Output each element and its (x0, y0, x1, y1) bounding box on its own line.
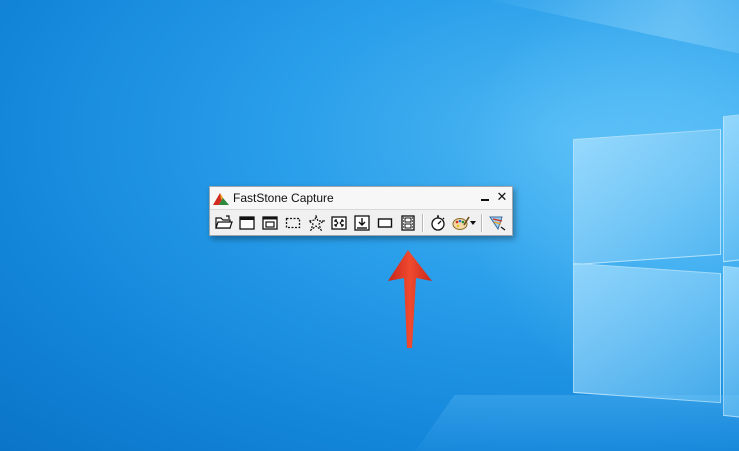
freehand-region-icon (307, 215, 325, 231)
toolbar-separator (422, 214, 424, 232)
fixed-region-icon (377, 218, 393, 228)
open-file-button[interactable] (214, 213, 234, 233)
capture-window-object-button[interactable] (260, 213, 280, 233)
desktop-floor-reflection (405, 395, 739, 451)
dashed-rectangle-icon (285, 217, 301, 229)
delay-before-capture-button[interactable] (428, 213, 448, 233)
screen-recorder-button[interactable] (398, 213, 418, 233)
capture-full-screen-button[interactable] (329, 213, 349, 233)
open-folder-icon (215, 215, 233, 229)
film-strip-icon (401, 215, 415, 231)
window-icon (239, 216, 255, 230)
toolbar-separator (481, 214, 483, 232)
windows-logo-pane-bottom-left (573, 262, 721, 404)
faststone-logo-icon (213, 193, 229, 205)
capture-scrolling-window-button[interactable] (352, 213, 372, 233)
capture-freehand-region-button[interactable] (306, 213, 326, 233)
capture-fixed-region-button[interactable] (375, 213, 395, 233)
close-button[interactable]: ✕ (493, 189, 511, 207)
minimize-button[interactable] (476, 189, 494, 207)
windows-logo-pane-top-left (573, 128, 721, 266)
settings-button[interactable] (487, 213, 507, 233)
settings-icon (488, 216, 505, 231)
scrolling-window-icon (354, 215, 370, 231)
red-arrow-icon (388, 250, 432, 348)
capture-rectangular-region-button[interactable] (283, 213, 303, 233)
window-object-icon (262, 216, 278, 230)
title-bar[interactable]: FastStone Capture ✕ (210, 187, 512, 209)
palette-icon (452, 216, 470, 230)
capture-active-window-button[interactable] (237, 213, 257, 233)
full-screen-icon (331, 216, 347, 230)
window-title: FastStone Capture (233, 191, 334, 205)
chevron-down-icon (470, 221, 476, 225)
stopwatch-icon (431, 215, 445, 231)
windows-logo-pane-top-right (723, 111, 739, 263)
faststone-capture-window[interactable]: FastStone Capture ✕ (209, 186, 513, 236)
capture-toolbar (210, 209, 512, 236)
output-options-button[interactable] (450, 213, 478, 233)
